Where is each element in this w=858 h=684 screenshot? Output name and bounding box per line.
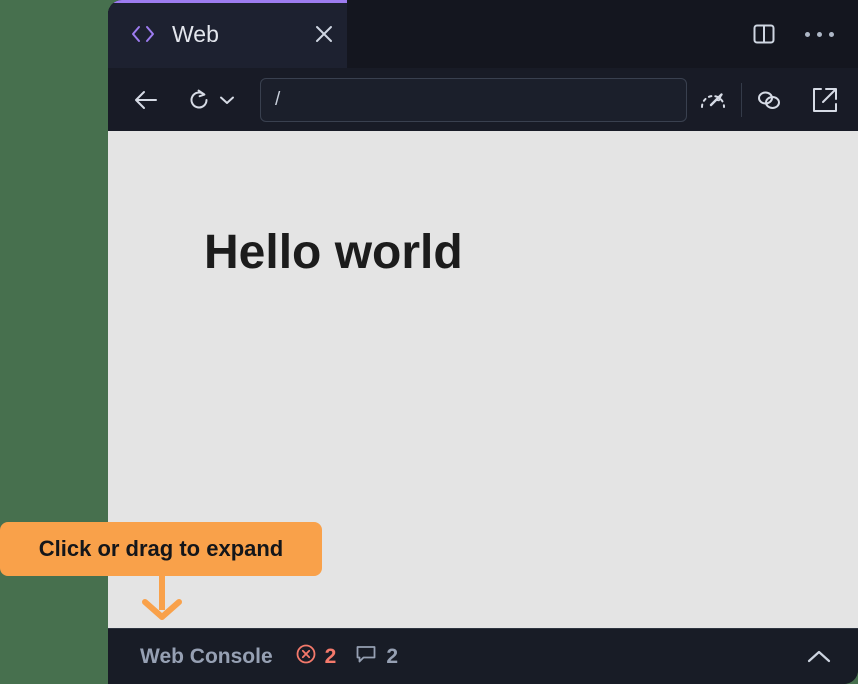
message-bubble-icon bbox=[354, 643, 378, 670]
code-brackets-icon bbox=[130, 24, 156, 44]
url-input[interactable]: / bbox=[260, 77, 687, 122]
performance-gauge-icon[interactable] bbox=[697, 86, 729, 114]
toolbar-divider bbox=[741, 82, 742, 117]
annotation-callout: Click or drag to expand bbox=[0, 522, 322, 576]
toolbar-actions bbox=[697, 82, 840, 117]
down-arrow-icon bbox=[141, 598, 183, 625]
chevron-up-icon[interactable] bbox=[804, 647, 834, 667]
open-external-icon[interactable] bbox=[810, 85, 840, 115]
page-heading: Hello world bbox=[204, 226, 463, 279]
error-badge[interactable]: 2 bbox=[295, 643, 337, 670]
tab-strip-actions bbox=[347, 0, 858, 68]
dot bbox=[829, 31, 834, 37]
error-count: 2 bbox=[324, 644, 337, 668]
annotation-text: Click or drag to expand bbox=[38, 536, 284, 561]
url-value: / bbox=[275, 88, 281, 110]
tab-web[interactable]: Web bbox=[108, 0, 347, 68]
console-title: Web Console bbox=[140, 644, 273, 668]
tab-label: Web bbox=[172, 20, 219, 47]
close-icon[interactable] bbox=[301, 23, 347, 45]
dot bbox=[817, 31, 822, 37]
message-badge[interactable]: 2 bbox=[354, 643, 398, 670]
chevron-down-icon[interactable] bbox=[218, 93, 236, 107]
split-pane-icon[interactable] bbox=[751, 21, 777, 47]
reload-control bbox=[186, 87, 236, 113]
error-circle-icon bbox=[295, 643, 317, 670]
reload-icon[interactable] bbox=[186, 87, 212, 113]
browser-toolbar: / bbox=[108, 68, 858, 131]
dot bbox=[805, 31, 810, 37]
back-arrow-icon[interactable] bbox=[132, 88, 160, 112]
devtools-window: Web / Hello world Web Console 2 2 bbox=[108, 0, 858, 684]
message-count: 2 bbox=[386, 644, 398, 668]
overflow-menu-icon[interactable] bbox=[803, 26, 836, 43]
link-chain-icon[interactable] bbox=[754, 87, 784, 113]
tab-strip: Web bbox=[108, 0, 858, 68]
web-console-bar[interactable]: Web Console 2 2 bbox=[108, 628, 858, 684]
